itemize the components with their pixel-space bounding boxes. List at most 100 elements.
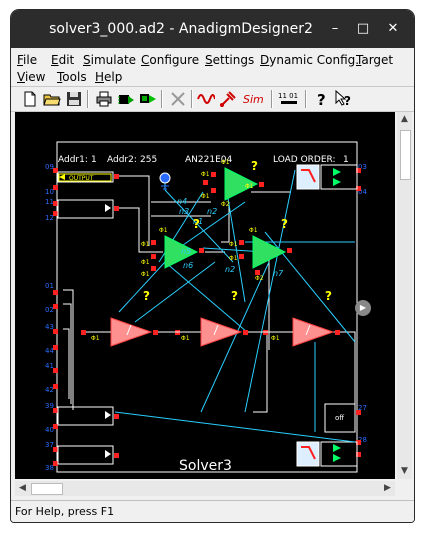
unconfigured-marker: ? bbox=[193, 217, 200, 231]
pin-44 bbox=[53, 345, 58, 350]
signal-wave-icon[interactable] bbox=[197, 90, 215, 108]
menu-configure[interactable]: Configure bbox=[141, 52, 199, 68]
net-label-n6: n6 bbox=[183, 261, 193, 270]
pin-label-43: 43 bbox=[45, 323, 54, 331]
toolbar-separator bbox=[305, 90, 307, 108]
menu-file[interactable]: File bbox=[17, 52, 37, 68]
opamp-2 bbox=[151, 235, 204, 271]
svg-text:?: ? bbox=[317, 91, 326, 108]
svg-text:Φ1: Φ1 bbox=[201, 193, 210, 200]
probe-icon[interactable] bbox=[219, 90, 237, 108]
print-icon[interactable] bbox=[95, 90, 113, 108]
pin-10 bbox=[53, 185, 58, 190]
output-cell-top bbox=[320, 164, 358, 190]
io-cell-11-12 bbox=[57, 199, 114, 219]
chip-diagram[interactable]: Addr1: 1 Addr2: 255 AN221E04 LOAD ORDER:… bbox=[15, 112, 395, 479]
pin-40 bbox=[53, 424, 58, 429]
horizontal-scroll-thumb[interactable] bbox=[31, 483, 63, 495]
svg-text:Φ1: Φ1 bbox=[249, 227, 258, 234]
close-button[interactable]: ✕ bbox=[383, 19, 403, 39]
pin-label-02: 02 bbox=[45, 306, 54, 314]
menu-target[interactable]: Target bbox=[356, 52, 393, 68]
download-chip-icon[interactable] bbox=[117, 90, 135, 108]
maximize-button[interactable]: □ bbox=[353, 19, 373, 39]
net-label-n3: n3 bbox=[179, 207, 189, 216]
net-label-n2: n2 bbox=[207, 207, 217, 216]
svg-text:Φ1: Φ1 bbox=[141, 259, 150, 266]
save-icon[interactable] bbox=[65, 90, 83, 108]
svg-text:Sim: Sim bbox=[243, 93, 264, 106]
load-order-label: LOAD ORDER: bbox=[273, 155, 336, 165]
menu-bar: File Edit Simulate Configure Settings Dy… bbox=[11, 50, 414, 84]
unconfigured-marker: ? bbox=[281, 217, 288, 231]
help-icon[interactable]: ? bbox=[313, 90, 331, 108]
svg-text:Φ2: Φ2 bbox=[221, 201, 230, 208]
scroll-left-icon[interactable]: ◀ bbox=[15, 481, 30, 496]
menu-simulate[interactable]: Simulate bbox=[83, 52, 136, 68]
context-help-icon[interactable]: ? bbox=[335, 90, 353, 108]
menu-edit[interactable]: Edit bbox=[51, 52, 74, 68]
pin-02 bbox=[53, 304, 58, 309]
scroll-right-icon[interactable]: ▶ bbox=[380, 481, 395, 496]
unconfigured-marker: ? bbox=[231, 289, 238, 303]
pin-label-11: 11 bbox=[45, 198, 54, 206]
menu-settings[interactable]: Settings bbox=[205, 52, 254, 68]
minimize-button[interactable]: – bbox=[325, 19, 345, 39]
menu-dynamic-config[interactable]: Dynamic Config. bbox=[260, 52, 359, 68]
binary-config-icon[interactable]: 11 01 bbox=[277, 90, 301, 108]
simulate-icon[interactable]: Sim bbox=[241, 90, 267, 108]
pin-label-12: 12 bbox=[45, 214, 54, 222]
title-bar[interactable]: solver3_000.ad2 - AnadigmDesigner2 – □ ✕ bbox=[11, 10, 414, 48]
pin-27 bbox=[356, 410, 361, 415]
side-arrow-icon[interactable]: ▶ bbox=[355, 300, 371, 316]
io-cell-37-38 bbox=[57, 445, 114, 465]
pin-38 bbox=[53, 461, 58, 466]
unconfigured-marker: ? bbox=[251, 159, 258, 173]
delete-x-icon[interactable] bbox=[169, 90, 187, 108]
svg-text:Φ1: Φ1 bbox=[229, 255, 238, 262]
pin-09 bbox=[53, 168, 58, 173]
toolbar-separator bbox=[87, 90, 89, 108]
menu-tools[interactable]: Tools bbox=[57, 69, 87, 85]
io-buffer-icon bbox=[105, 204, 111, 212]
vertical-scroll-thumb[interactable] bbox=[400, 130, 411, 180]
off-label: off bbox=[335, 414, 344, 422]
output-label: OUTPUT bbox=[69, 175, 94, 182]
pin-12 bbox=[53, 211, 58, 216]
net-label-n7: n7 bbox=[273, 269, 284, 278]
svg-text:Φ1: Φ1 bbox=[141, 241, 150, 248]
design-canvas[interactable]: Addr1: 1 Addr2: 255 AN221E04 LOAD ORDER:… bbox=[15, 112, 395, 479]
toolbar-separator bbox=[191, 90, 193, 108]
output-cell-bottom bbox=[320, 441, 358, 467]
menu-help[interactable]: Help bbox=[95, 69, 122, 85]
addr2-value: 255 bbox=[140, 155, 157, 165]
new-file-icon[interactable] bbox=[21, 90, 39, 108]
addr2-label: Addr2: bbox=[107, 155, 137, 165]
load-order-value: 1 bbox=[343, 155, 349, 165]
pin-label-39: 39 bbox=[45, 402, 54, 410]
addr1-value: 1 bbox=[91, 155, 97, 165]
pin-label-40: 40 bbox=[45, 426, 54, 434]
svg-text:Φ1: Φ1 bbox=[181, 335, 190, 342]
unconfigured-marker: ? bbox=[143, 289, 150, 303]
pin-label-10: 10 bbox=[45, 188, 54, 196]
svg-text:Φ1: Φ1 bbox=[159, 227, 168, 234]
horizontal-scrollbar[interactable]: ◀ ▶ bbox=[15, 481, 395, 496]
scroll-up-icon[interactable]: ▲ bbox=[397, 112, 412, 127]
pin-label-38: 38 bbox=[45, 464, 54, 472]
pin-39 bbox=[53, 408, 58, 413]
addr1-label: Addr1: bbox=[58, 155, 88, 165]
svg-text:Φ1: Φ1 bbox=[221, 159, 230, 166]
vertical-scrollbar[interactable]: ▲ ▼ bbox=[397, 112, 412, 479]
open-folder-icon[interactable] bbox=[43, 90, 61, 108]
status-bar: For Help, press F1 bbox=[11, 500, 414, 522]
svg-text:?: ? bbox=[344, 94, 351, 108]
svg-text:11 01: 11 01 bbox=[278, 92, 298, 100]
pin-41 bbox=[53, 368, 58, 373]
pin-42 bbox=[53, 384, 58, 389]
pin-label-37: 37 bbox=[45, 441, 54, 449]
status-text: For Help, press F1 bbox=[15, 505, 115, 518]
run-target-icon[interactable] bbox=[139, 90, 157, 108]
scroll-down-icon[interactable]: ▼ bbox=[397, 464, 412, 479]
menu-view[interactable]: View bbox=[17, 69, 45, 85]
